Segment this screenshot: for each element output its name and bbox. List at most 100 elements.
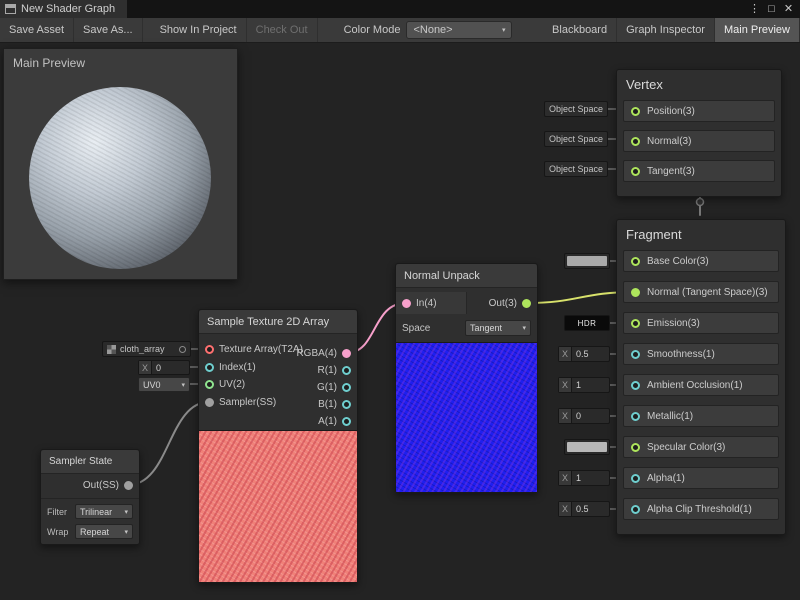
port-row-b: B(1) [318,397,351,411]
save-as-button[interactable]: Save As... [74,18,143,42]
edge-samplerstate-to-sampler[interactable] [128,402,209,485]
port-metallic-input[interactable] [631,412,640,421]
block-specular-color[interactable]: Specular Color(3) [623,436,779,458]
block-smoothness[interactable]: Smoothness(1) [623,343,779,365]
smoothness-field[interactable]: X 0.5 [558,346,610,362]
maximize-icon[interactable]: □ [763,0,780,18]
filter-label: Filter [47,507,67,517]
space-value: Tangent [470,323,502,333]
filter-value: Trilinear [80,507,112,517]
blackboard-button[interactable]: Blackboard [543,18,617,42]
block-label: Alpha Clip Threshold(1) [647,504,752,515]
block-metallic[interactable]: Metallic(1) [623,405,779,427]
graph-canvas[interactable]: Main Preview Vertex Position(3) Normal(3… [0,43,800,600]
wrap-dropdown[interactable]: Repeat ▾ [75,524,133,539]
field-value[interactable]: 1 [572,473,609,483]
shader-graph-tab[interactable]: New Shader Graph [0,0,127,18]
port-b-output[interactable] [342,400,351,409]
port-tangent-input[interactable] [631,167,640,176]
port-out-ss-output[interactable] [124,481,133,490]
port-ambient-occlusion-input[interactable] [631,381,640,390]
port-position-input[interactable] [631,107,640,116]
specular-color-swatch[interactable] [564,439,610,455]
more-options-icon[interactable]: ⋮ [746,0,763,18]
block-normal-tangent-space[interactable]: Normal (Tangent Space)(3) [623,281,779,303]
alpha-clip-threshold-field[interactable]: X 0.5 [558,501,610,517]
field-value[interactable]: 0.5 [572,349,609,359]
node-fragment[interactable]: Fragment Base Color(3) Normal (Tangent S… [616,219,786,535]
block-alpha-clip-threshold[interactable]: Alpha Clip Threshold(1) [623,498,779,520]
port-smoothness-input[interactable] [631,350,640,359]
normal-map-preview [396,342,537,492]
port-normal-tangent-input[interactable] [631,288,640,297]
space-dropdown[interactable]: Tangent ▾ [465,320,531,336]
main-preview-panel[interactable]: Main Preview [3,48,238,280]
emission-hdr-field[interactable]: HDR [564,315,610,331]
port-row-uv: UV(2) [205,377,245,391]
shader-graph-icon [5,4,16,14]
port-label: Index(1) [219,362,256,373]
port-alpha-clip-input[interactable] [631,505,640,514]
port-uv-input[interactable] [205,380,214,389]
field-value[interactable]: 0.5 [572,504,609,514]
port-in-input[interactable] [402,299,411,308]
color-mode-dropdown[interactable]: <None> ▾ [406,21,512,39]
block-alpha[interactable]: Alpha(1) [623,467,779,489]
object-space-widget-normal[interactable]: Object Space [544,131,608,147]
block-normal[interactable]: Normal(3) [623,130,775,152]
port-label: A(1) [318,416,337,427]
block-tangent[interactable]: Tangent(3) [623,160,775,182]
field-value[interactable]: 1 [572,380,609,390]
port-sampler-input[interactable] [205,398,214,407]
save-asset-button[interactable]: Save Asset [0,18,74,42]
block-position[interactable]: Position(3) [623,100,775,122]
port-label: UV(2) [219,379,245,390]
port-index-input[interactable] [205,363,214,372]
axis-label: X [559,502,572,516]
port-base-color-input[interactable] [631,257,640,266]
port-texture-array-input[interactable] [205,345,214,354]
port-alpha-input[interactable] [631,474,640,483]
port-out-output[interactable] [522,299,531,308]
block-ambient-occlusion[interactable]: Ambient Occlusion(1) [623,374,779,396]
ambient-occlusion-field[interactable]: X 1 [558,377,610,393]
object-picker-icon[interactable] [179,346,186,353]
field-value[interactable]: 0 [572,411,609,421]
show-in-project-button[interactable]: Show In Project [151,18,247,42]
node-sample-texture-2d-array[interactable]: Sample Texture 2D Array Texture Array(T2… [198,309,358,583]
block-emission[interactable]: Emission(3) [623,312,779,334]
main-preview-button[interactable]: Main Preview [715,18,800,42]
port-specular-color-input[interactable] [631,443,640,452]
port-emission-input[interactable] [631,319,640,328]
filter-dropdown[interactable]: Trilinear ▾ [75,504,133,519]
main-preview-title[interactable]: Main Preview [4,49,237,77]
node-vertex[interactable]: Vertex Position(3) Normal(3) Tangent(3) [616,69,782,197]
port-g-output[interactable] [342,383,351,392]
graph-inspector-button[interactable]: Graph Inspector [617,18,715,42]
alpha-field[interactable]: X 1 [558,470,610,486]
metallic-field[interactable]: X 0 [558,408,610,424]
field-value[interactable]: 0 [152,363,189,373]
index-field[interactable]: X 0 [138,360,190,375]
uv-channel-dropdown[interactable]: UV0 ▾ [138,377,190,392]
port-rgba-output[interactable] [342,349,351,358]
base-color-swatch[interactable] [564,253,610,269]
object-space-widget-position[interactable]: Object Space [544,101,608,117]
close-icon[interactable]: ✕ [780,0,797,18]
window-title: New Shader Graph [21,3,115,15]
object-space-widget-tangent[interactable]: Object Space [544,161,608,177]
fragment-node-title: Fragment [617,220,785,248]
filter-row: Filter Trilinear ▾ [47,504,133,519]
sampler-state-node-title: Sampler State [41,450,139,474]
port-normal-input[interactable] [631,137,640,146]
block-label: Base Color(3) [647,256,709,267]
node-sampler-state[interactable]: Sampler State Out(SS) Filter Trilinear ▾… [40,449,140,545]
node-normal-unpack[interactable]: Normal Unpack In(4) Out(3) Space Tangent… [395,263,538,493]
chevron-down-icon: ▾ [522,324,526,332]
port-r-output[interactable] [342,366,351,375]
cloth-array-field[interactable]: cloth_array [102,341,191,357]
axis-label: X [559,378,572,392]
port-a-output[interactable] [342,417,351,426]
block-base-color[interactable]: Base Color(3) [623,250,779,272]
block-label: Metallic(1) [647,411,693,422]
